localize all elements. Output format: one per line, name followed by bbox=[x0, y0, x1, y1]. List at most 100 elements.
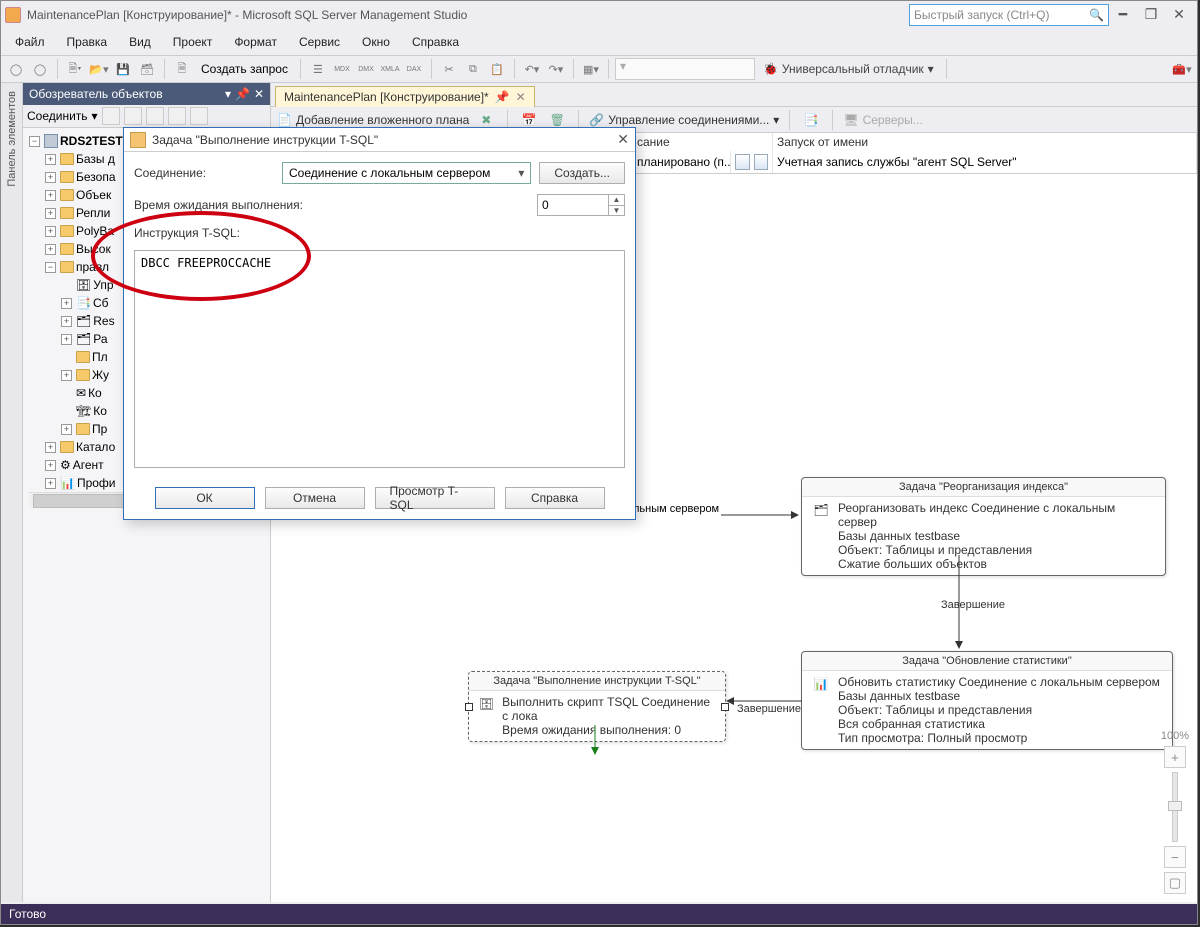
schedule-icon[interactable] bbox=[735, 154, 750, 170]
menu-view[interactable]: Вид bbox=[123, 33, 157, 51]
toolbox-panel-collapsed[interactable]: Панель элементов bbox=[1, 83, 23, 902]
toolbox-icon[interactable]: 🧰▾ bbox=[1171, 58, 1193, 80]
mdx-icon[interactable]: MDX bbox=[331, 58, 353, 80]
expand-icon[interactable]: + bbox=[45, 460, 56, 471]
expand-icon[interactable]: + bbox=[45, 208, 56, 219]
dialog-title-bar[interactable]: Задача "Выполнение инструкции T-SQL" ✕ bbox=[124, 128, 635, 152]
reporting-icon[interactable]: 📑 bbox=[800, 109, 822, 131]
zoom-out-button[interactable]: − bbox=[1164, 846, 1186, 868]
folder-icon bbox=[60, 261, 74, 273]
dax-icon[interactable]: DAX bbox=[403, 58, 425, 80]
save-icon[interactable]: 💾 bbox=[112, 58, 134, 80]
arrow-connector[interactable] bbox=[721, 509, 801, 521]
tsql-textarea[interactable] bbox=[134, 250, 625, 468]
spin-up-icon[interactable]: ▲ bbox=[608, 195, 624, 206]
agent-icon: ⚙ bbox=[60, 458, 71, 472]
menu-file[interactable]: Файл bbox=[9, 33, 51, 51]
cut-icon[interactable]: ✂ bbox=[438, 58, 460, 80]
timeout-spinbox[interactable]: 0 ▲▼ bbox=[537, 194, 625, 216]
create-connection-button[interactable]: Создать... bbox=[539, 162, 625, 184]
restore-button[interactable]: ❐ bbox=[1137, 4, 1165, 26]
zoom-in-button[interactable]: + bbox=[1164, 746, 1186, 768]
close-panel-icon[interactable]: ✕ bbox=[254, 87, 264, 101]
expand-icon[interactable]: + bbox=[61, 334, 72, 345]
zoom-thumb[interactable] bbox=[1168, 801, 1182, 811]
remove-schedule-icon[interactable] bbox=[754, 154, 769, 170]
folder-icon bbox=[60, 225, 74, 237]
oe-toolbar-icon[interactable] bbox=[190, 107, 208, 125]
zoom-fit-button[interactable]: ▢ bbox=[1164, 872, 1186, 894]
db-engine-icon[interactable]: ☰ bbox=[307, 58, 329, 80]
save-all-icon[interactable]: 🗃 bbox=[136, 58, 158, 80]
manage-connections-button[interactable]: 🔗 Управление соединениями... ▾ bbox=[589, 113, 779, 127]
collapse-icon[interactable]: − bbox=[45, 262, 56, 273]
zoom-slider[interactable] bbox=[1172, 772, 1178, 842]
object-explorer-title: Обозреватель объектов bbox=[29, 87, 163, 101]
new-item-icon[interactable]: 🗎▾ bbox=[64, 58, 86, 80]
expand-icon[interactable]: + bbox=[61, 316, 72, 327]
nav-back-icon[interactable]: ◯ bbox=[5, 58, 27, 80]
help-button[interactable]: Справка bbox=[505, 487, 605, 509]
expand-icon[interactable]: + bbox=[45, 442, 56, 453]
tsql-instruction-label: Инструкция T-SQL: bbox=[134, 226, 274, 240]
menu-format[interactable]: Формат bbox=[228, 33, 283, 51]
connection-combo[interactable]: Соединение с локальным сервером bbox=[282, 162, 531, 184]
menu-service[interactable]: Сервис bbox=[293, 33, 346, 51]
menu-window[interactable]: Окно bbox=[356, 33, 396, 51]
expand-icon[interactable]: + bbox=[45, 154, 56, 165]
arrow-connector[interactable] bbox=[589, 725, 601, 757]
dialog-close-button[interactable]: ✕ bbox=[617, 131, 629, 148]
oe-toolbar-icon[interactable] bbox=[146, 107, 164, 125]
paste-icon[interactable]: 📋 bbox=[486, 58, 508, 80]
new-query-button[interactable]: Создать запрос bbox=[195, 62, 294, 76]
view-tsql-button[interactable]: Просмотр T-SQL bbox=[375, 487, 495, 509]
undo-icon[interactable]: ↶▾ bbox=[521, 58, 543, 80]
new-query-icon[interactable]: 🗎 bbox=[171, 58, 193, 80]
expand-icon[interactable]: + bbox=[45, 478, 56, 489]
cancel-button[interactable]: Отмена bbox=[265, 487, 365, 509]
dtc-icon: 🏗 bbox=[76, 404, 91, 418]
close-button[interactable]: ✕ bbox=[1165, 4, 1193, 26]
collapse-icon[interactable]: − bbox=[29, 136, 40, 147]
connections-icon: 🔗 bbox=[589, 113, 604, 127]
open-icon[interactable]: 📂▾ bbox=[88, 58, 110, 80]
expand-icon[interactable]: + bbox=[45, 226, 56, 237]
minimize-button[interactable]: ━ bbox=[1109, 4, 1137, 26]
oe-toolbar-icon[interactable] bbox=[168, 107, 186, 125]
pin-icon[interactable]: 📌 bbox=[495, 90, 510, 104]
expand-icon[interactable]: + bbox=[61, 298, 72, 309]
redo-icon[interactable]: ↷▾ bbox=[545, 58, 567, 80]
tab-maintenance-plan[interactable]: MaintenancePlan [Конструирование]* 📌 ✕ bbox=[275, 86, 535, 107]
expand-icon[interactable]: + bbox=[45, 244, 56, 255]
spin-down-icon[interactable]: ▼ bbox=[608, 206, 624, 216]
add-subplan-button[interactable]: 📄 Добавление вложенного плана bbox=[277, 113, 469, 127]
task-reorganize-index[interactable]: Задача "Реорганизация индекса" 🗂 Реорган… bbox=[801, 477, 1166, 576]
folder-icon bbox=[60, 441, 74, 453]
xmla-icon[interactable]: XMLA bbox=[379, 58, 401, 80]
expand-icon[interactable]: + bbox=[61, 424, 72, 435]
debug-target-combo[interactable]: ▾ bbox=[615, 58, 755, 80]
menu-help[interactable]: Справка bbox=[406, 33, 465, 51]
menu-edit[interactable]: Правка bbox=[61, 33, 114, 51]
dropdown-icon[interactable]: ▾ bbox=[225, 87, 231, 101]
quick-launch-input[interactable]: Быстрый запуск (Ctrl+Q) 🔍 bbox=[909, 4, 1109, 26]
dmx-icon[interactable]: DMX bbox=[355, 58, 377, 80]
expand-icon[interactable]: + bbox=[45, 190, 56, 201]
close-tab-icon[interactable]: ✕ bbox=[516, 90, 526, 104]
copy-icon[interactable]: ⧉ bbox=[462, 58, 484, 80]
ok-button[interactable]: ОК bbox=[155, 487, 255, 509]
menu-project[interactable]: Проект bbox=[167, 33, 219, 51]
connect-button[interactable]: Соединить bbox=[27, 109, 88, 123]
collection-icon: 📑 bbox=[76, 296, 91, 310]
pin-icon[interactable]: 📌 bbox=[235, 87, 250, 101]
universal-debugger-button[interactable]: 🐞 Универсальный отладчик ▾ bbox=[757, 62, 940, 76]
expand-icon[interactable]: + bbox=[61, 370, 72, 381]
status-bar: Готово bbox=[1, 904, 1197, 924]
expand-icon[interactable]: + bbox=[45, 172, 56, 183]
props-icon[interactable]: ▦▾ bbox=[580, 58, 602, 80]
task-update-statistics[interactable]: Задача "Обновление статистики" 📊 Обновит… bbox=[801, 651, 1173, 750]
oe-toolbar-icon[interactable] bbox=[124, 107, 142, 125]
nav-fwd-icon[interactable]: ◯ bbox=[29, 58, 51, 80]
oe-toolbar-icon[interactable] bbox=[102, 107, 120, 125]
schedule-icons-cell[interactable] bbox=[731, 151, 773, 173]
